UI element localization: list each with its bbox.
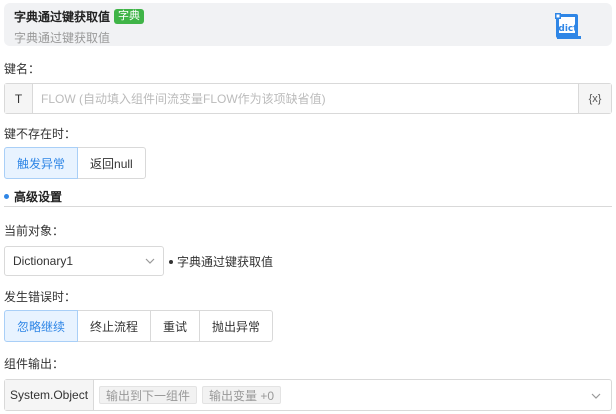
text-type-toggle[interactable]: T [5,84,33,113]
option-trigger-exception[interactable]: 触发异常 [4,147,79,179]
advanced-settings-title: 高级设置 [14,190,63,204]
category-tag: 字典 [114,9,145,24]
component-output-select[interactable]: System.Object 输出到下一组件 输出变量 +0 [4,379,612,411]
current-object-description: 字典通过键获取值 [169,253,273,270]
key-name-label: 键名： [4,62,41,76]
current-object-description-text: 字典通过键获取值 [177,255,274,269]
insert-variable-button[interactable]: {x} [578,84,611,113]
section-divider [4,206,612,207]
chevron-down-icon [145,258,155,264]
option-return-null[interactable]: 返回null [77,147,146,179]
output-next-component-chip[interactable]: 输出到下一组件 [99,386,198,404]
dict-icon: dict [555,13,581,39]
component-subtitle: 字典通过键获取值 [14,31,111,45]
header-title-row: 字典通过键获取值 字典 [14,8,145,25]
bullet-icon [169,259,173,264]
current-object-select[interactable]: Dictionary1 [4,246,164,276]
key-missing-options: 触发异常 返回null [4,147,146,179]
component-title: 字典通过键获取值 [14,10,111,24]
option-retry[interactable]: 重试 [150,310,201,342]
advanced-settings-heading: 高级设置 [4,188,62,205]
key-name-field: T {x} [4,83,612,114]
key-name-input[interactable] [33,84,578,113]
component-header: 字典通过键获取值 字典 字典通过键获取值 dict [4,3,612,46]
output-variable-chip[interactable]: 输出变量 +0 [202,386,282,404]
on-error-label: 发生错误时： [4,290,77,304]
section-dot-icon [4,194,9,199]
current-object-value: Dictionary1 [13,254,74,268]
option-throw-exception[interactable]: 抛出异常 [199,310,274,342]
chevron-down-icon [591,393,601,399]
component-output-label: 组件输出： [4,357,65,371]
on-error-options: 忽略继续 终止流程 重试 抛出异常 [4,310,274,342]
svg-text:dict: dict [558,24,578,34]
option-terminate-flow[interactable]: 终止流程 [77,310,152,342]
output-type: System.Object [5,380,95,410]
key-missing-label: 键不存在时： [4,127,77,141]
current-object-label: 当前对象： [4,224,65,238]
option-ignore-continue[interactable]: 忽略继续 [4,310,79,342]
